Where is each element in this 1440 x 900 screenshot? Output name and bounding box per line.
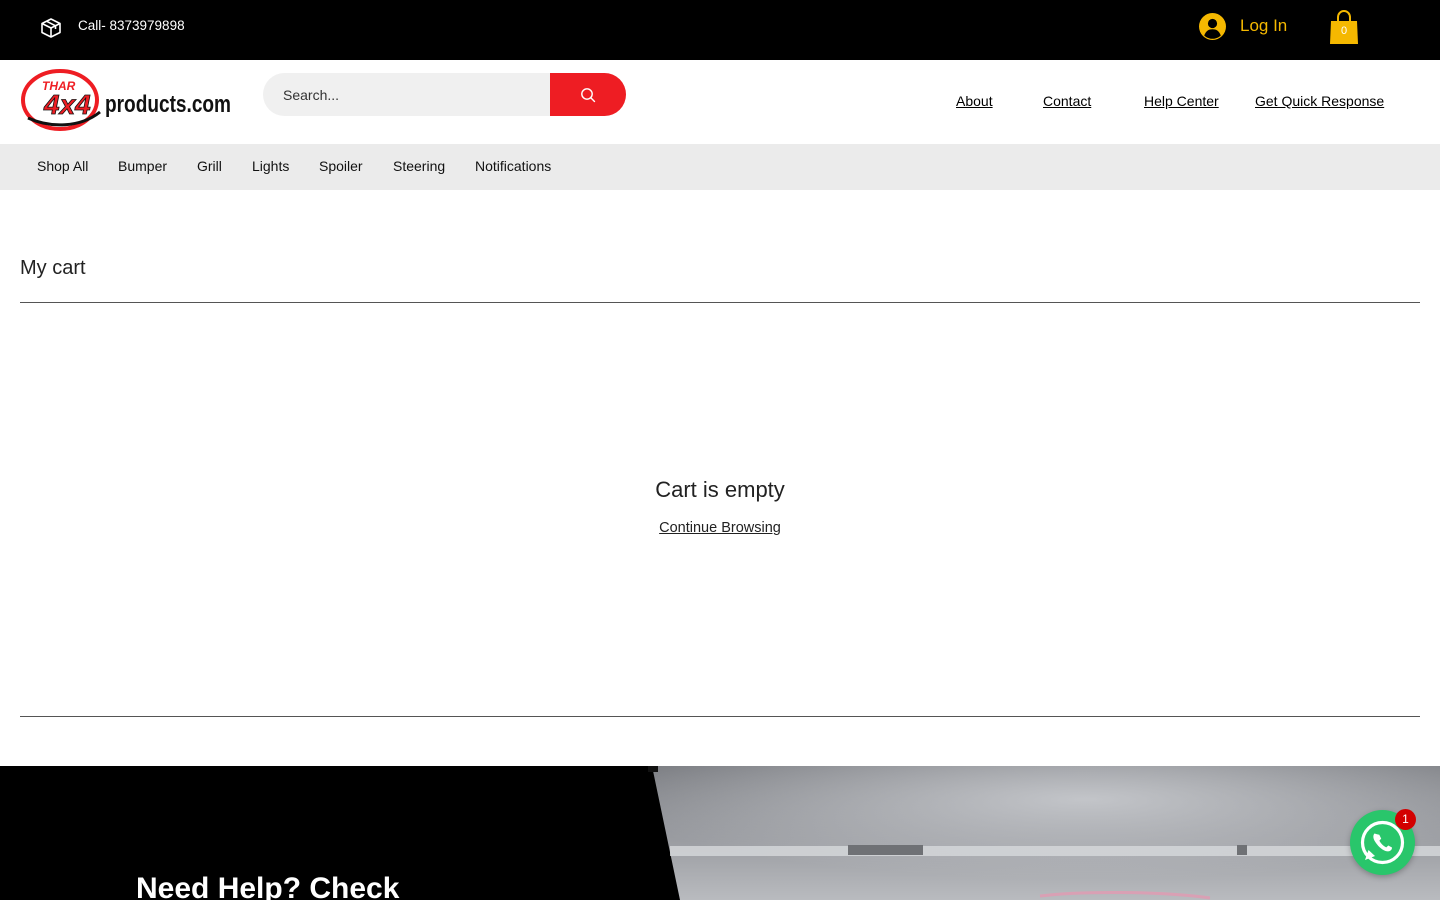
category-bumper[interactable]: Bumper <box>118 158 167 174</box>
nav-contact-link[interactable]: Contact <box>1043 93 1091 109</box>
nav-help-center-link[interactable]: Help Center <box>1144 93 1219 109</box>
cart-empty-message: Cart is empty <box>655 477 785 502</box>
nav-quick-response-link[interactable]: Get Quick Response <box>1255 93 1384 109</box>
chat-notification-badge: 1 <box>1395 809 1416 830</box>
call-number-text: Call- 8373979898 <box>78 18 185 33</box>
category-notifications[interactable]: Notifications <box>475 158 551 174</box>
site-logo[interactable]: THAR 4x4 products.com <box>20 68 232 132</box>
category-menu: Shop All Bumper Grill Lights Spoiler Ste… <box>0 144 1440 190</box>
top-bar: Call- 8373979898 Log In 0 <box>0 0 1440 60</box>
category-lights[interactable]: Lights <box>252 158 289 174</box>
search-icon <box>581 87 596 102</box>
continue-browsing-link[interactable]: Continue Browsing <box>659 520 781 536</box>
user-avatar-icon <box>1199 12 1226 40</box>
divider <box>20 302 1420 303</box>
continue-browsing-wrapper: Continue Browsing <box>0 520 1440 536</box>
login-button[interactable]: Log In <box>1199 11 1287 41</box>
divider <box>20 716 1420 717</box>
search-button[interactable] <box>550 73 626 116</box>
logo-brand-rest: products.com <box>105 91 231 118</box>
login-label: Log In <box>1240 16 1288 35</box>
help-banner: Need Help? Check <box>0 766 1440 900</box>
category-spoiler[interactable]: Spoiler <box>319 158 363 174</box>
help-heading: Need Help? Check <box>136 872 400 900</box>
site-header: THAR 4x4 products.com About Contact Help… <box>0 60 1440 144</box>
package-icon <box>41 18 61 38</box>
category-shop-all[interactable]: Shop All <box>37 158 88 174</box>
cart-count-badge: 0 <box>1340 25 1348 37</box>
nav-about-link[interactable]: About <box>956 93 993 109</box>
category-steering[interactable]: Steering <box>393 158 445 174</box>
search-bar <box>263 73 626 116</box>
logo-brand-main: 4x4 <box>43 89 91 120</box>
category-grill[interactable]: Grill <box>197 158 222 174</box>
search-input[interactable] <box>263 73 550 116</box>
page-title: My cart <box>20 257 86 279</box>
